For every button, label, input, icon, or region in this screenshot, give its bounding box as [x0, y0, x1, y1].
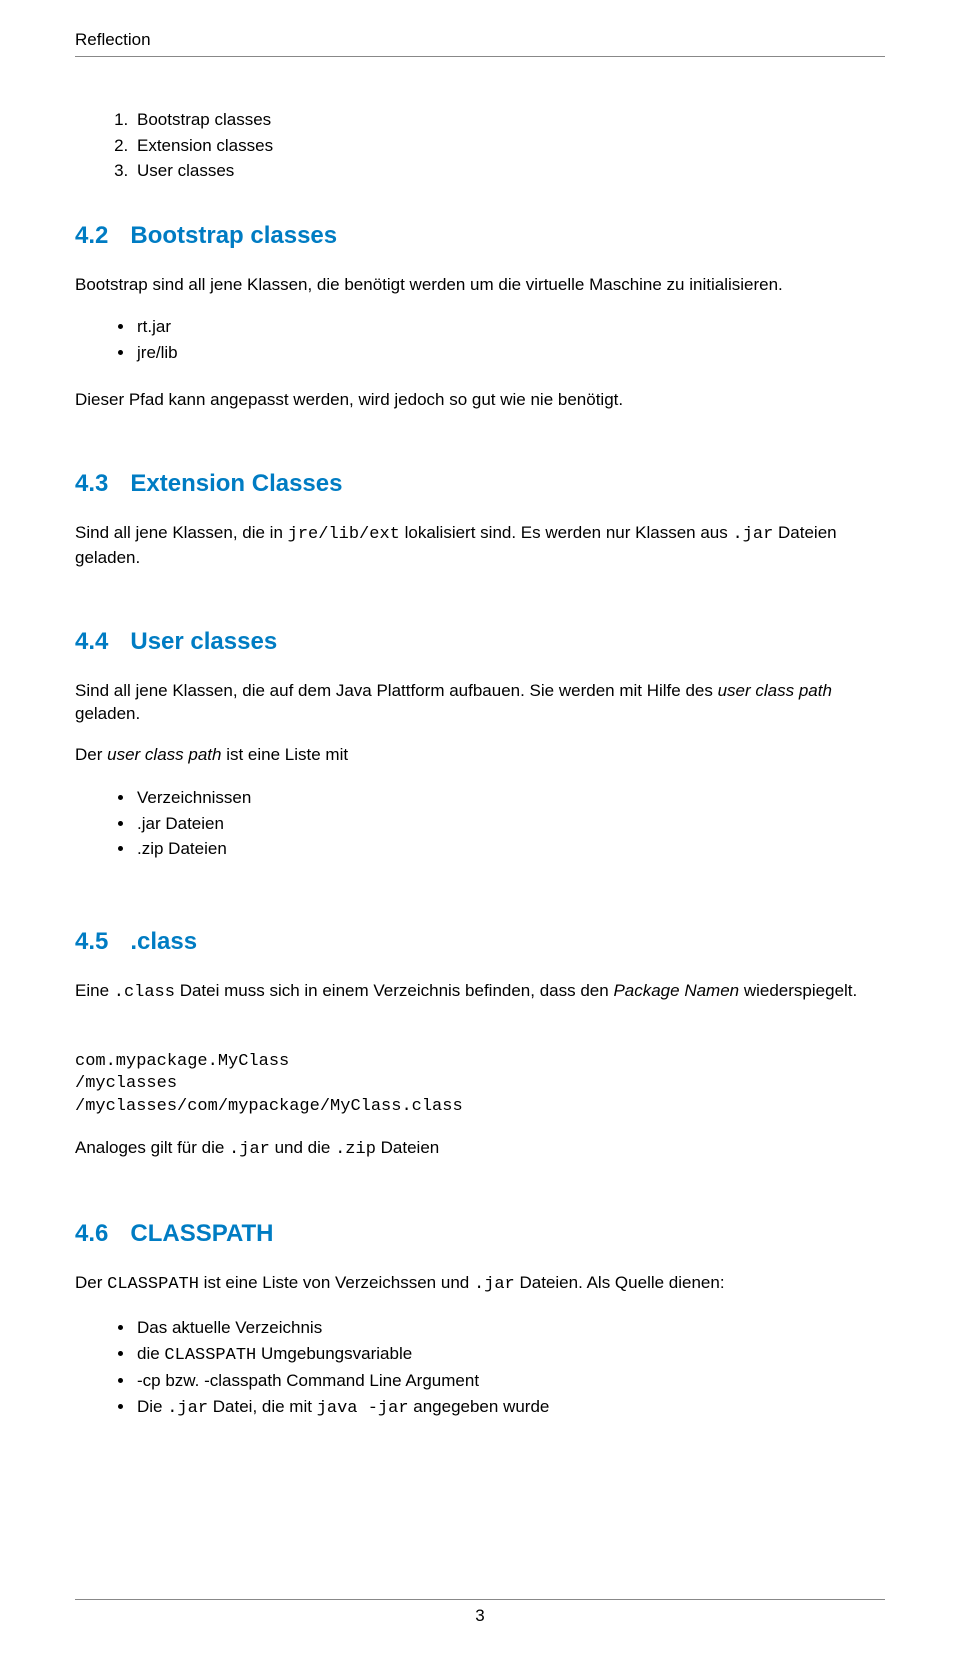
italic-text: user class path	[107, 745, 221, 764]
text: Sind all jene Klassen, die in	[75, 523, 288, 542]
section-title: CLASSPATH	[130, 1220, 273, 1247]
page-footer: 3	[75, 1599, 885, 1626]
section-number: 4.4	[75, 628, 108, 655]
code-block: com.mypackage.MyClass /myclasses /myclas…	[75, 1051, 885, 1120]
code-inline: .class	[114, 983, 175, 1002]
paragraph: Sind all jene Klassen, die in jre/lib/ex…	[75, 522, 885, 570]
class-types-list: Bootstrap classes Extension classes User…	[75, 107, 885, 184]
italic-text: Package Namen	[613, 981, 739, 1000]
code-inline: CLASSPATH	[107, 1275, 199, 1294]
text: Umgebungsvariable	[256, 1344, 412, 1363]
text: Der	[75, 745, 107, 764]
code-line: /myclasses/com/mypackage/MyClass.class	[75, 1097, 463, 1116]
list-item: Bootstrap classes	[133, 107, 885, 133]
list-item: Extension classes	[133, 133, 885, 159]
code-inline: .zip	[335, 1140, 376, 1159]
code-inline: .jar	[167, 1399, 208, 1418]
heading-4-6: 4.6 CLASSPATH	[75, 1220, 885, 1248]
list-item: .jar Dateien	[135, 811, 885, 837]
text: geladen.	[75, 704, 140, 723]
list-item: Das aktuelle Verzeichnis	[135, 1315, 885, 1341]
page: Reflection Bootstrap classes Extension c…	[0, 0, 960, 1656]
paragraph: Der CLASSPATH ist eine Liste von Verzeic…	[75, 1272, 885, 1297]
text: und die	[270, 1138, 335, 1157]
text: Eine	[75, 981, 114, 1000]
list-item: Die .jar Datei, die mit java -jar angege…	[135, 1394, 885, 1422]
classpath-sources-list: Das aktuelle Verzeichnis die CLASSPATH U…	[75, 1315, 885, 1421]
code-inline: CLASSPATH	[164, 1346, 256, 1365]
text: Der	[75, 1273, 107, 1292]
user-class-path-list: Verzeichnissen .jar Dateien .zip Dateien	[75, 785, 885, 862]
list-item: User classes	[133, 158, 885, 184]
text: Analoges gilt für die	[75, 1138, 229, 1157]
section-title: Bootstrap classes	[130, 222, 337, 249]
paragraph: Analoges gilt für die .jar und die .zip …	[75, 1137, 885, 1162]
text: angegeben wurde	[409, 1397, 550, 1416]
text: lokalisiert sind. Es werden nur Klassen …	[400, 523, 733, 542]
text: wiederspiegelt.	[739, 981, 857, 1000]
code-inline: .jar	[732, 525, 773, 544]
bootstrap-paths-list: rt.jar jre/lib	[75, 314, 885, 365]
heading-4-4: 4.4 User classes	[75, 628, 885, 656]
text: ist eine Liste von Verzeichssen und	[199, 1273, 474, 1292]
text: Dateien	[376, 1138, 439, 1157]
text: Dateien. Als Quelle dienen:	[515, 1273, 725, 1292]
code-inline: .jar	[474, 1275, 515, 1294]
list-item: .zip Dateien	[135, 836, 885, 862]
italic-text: user class path	[718, 681, 832, 700]
list-item: Verzeichnissen	[135, 785, 885, 811]
paragraph: Dieser Pfad kann angepasst werden, wird …	[75, 389, 885, 412]
heading-4-5: 4.5 .class	[75, 928, 885, 956]
paragraph: Der user class path ist eine Liste mit	[75, 744, 885, 767]
page-number: 3	[475, 1606, 484, 1625]
section-title: Extension Classes	[130, 470, 342, 497]
code-inline: jre/lib/ext	[288, 525, 400, 544]
list-item: rt.jar	[135, 314, 885, 340]
paragraph: Sind all jene Klassen, die auf dem Java …	[75, 680, 885, 726]
section-number: 4.6	[75, 1220, 108, 1247]
heading-4-3: 4.3 Extension Classes	[75, 470, 885, 498]
text: Die	[137, 1397, 167, 1416]
text: Datei, die mit	[208, 1397, 317, 1416]
list-item: jre/lib	[135, 340, 885, 366]
paragraph: Eine .class Datei muss sich in einem Ver…	[75, 980, 885, 1005]
section-title: .class	[130, 928, 197, 955]
header-title: Reflection	[75, 30, 151, 49]
section-number: 4.2	[75, 222, 108, 249]
code-line: com.mypackage.MyClass	[75, 1052, 289, 1071]
text: die	[137, 1344, 164, 1363]
code-line: /myclasses	[75, 1074, 177, 1093]
code-inline: java -jar	[317, 1399, 409, 1418]
code-inline: .jar	[229, 1140, 270, 1159]
paragraph: Bootstrap sind all jene Klassen, die ben…	[75, 274, 885, 297]
list-item: -cp bzw. -classpath Command Line Argumen…	[135, 1368, 885, 1394]
text: Datei muss sich in einem Verzeichnis bef…	[175, 981, 613, 1000]
text: Sind all jene Klassen, die auf dem Java …	[75, 681, 718, 700]
list-item: die CLASSPATH Umgebungsvariable	[135, 1341, 885, 1369]
page-header: Reflection	[75, 30, 885, 57]
section-title: User classes	[130, 628, 277, 655]
heading-4-2: 4.2 Bootstrap classes	[75, 222, 885, 250]
text: ist eine Liste mit	[221, 745, 348, 764]
section-number: 4.3	[75, 470, 108, 497]
section-number: 4.5	[75, 928, 108, 955]
